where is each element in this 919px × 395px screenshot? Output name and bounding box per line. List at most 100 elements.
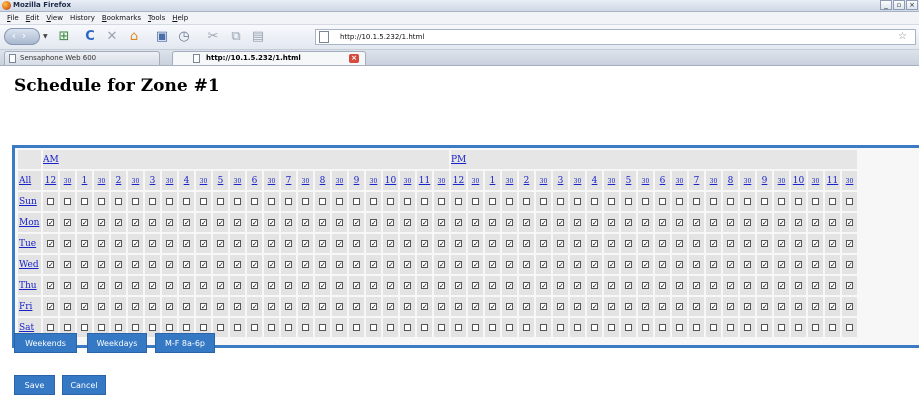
half-hour-link-am-1[interactable]: 30 — [98, 178, 106, 185]
slot-checkbox[interactable]: ✓ — [540, 260, 547, 268]
slot-checkbox[interactable]: ✓ — [438, 302, 445, 310]
slot-checkbox[interactable]: ✓ — [489, 302, 496, 310]
half-hour-link-am-4[interactable]: 30 — [200, 178, 208, 185]
slot-checkbox[interactable]: ✓ — [81, 260, 88, 268]
slot-checkbox[interactable] — [336, 197, 343, 205]
slot-checkbox[interactable] — [829, 197, 836, 205]
slot-checkbox[interactable]: ✓ — [846, 281, 853, 289]
slot-checkbox[interactable] — [438, 197, 445, 205]
slot-checkbox[interactable]: ✓ — [200, 302, 207, 310]
slot-checkbox[interactable]: ✓ — [47, 218, 54, 226]
slot-checkbox[interactable]: ✓ — [829, 239, 836, 247]
slot-checkbox[interactable]: ✓ — [523, 218, 530, 226]
slot-checkbox[interactable] — [557, 197, 564, 205]
slot-checkbox[interactable]: ✓ — [115, 281, 122, 289]
slot-checkbox[interactable]: ✓ — [234, 302, 241, 310]
day-link-sat[interactable]: Sat — [19, 323, 34, 333]
slot-checkbox[interactable] — [608, 197, 615, 205]
slot-checkbox[interactable] — [795, 323, 802, 331]
half-hour-link-am-9[interactable]: 30 — [370, 178, 378, 185]
slot-checkbox[interactable]: ✓ — [421, 260, 428, 268]
hour-link-am-12[interactable]: 12 — [45, 176, 56, 186]
slot-checkbox[interactable]: ✓ — [795, 218, 802, 226]
slot-checkbox[interactable]: ✓ — [319, 239, 326, 247]
menu-item-help[interactable]: Help — [172, 12, 188, 24]
slot-checkbox[interactable]: ✓ — [455, 302, 462, 310]
slot-checkbox[interactable] — [319, 197, 326, 205]
slot-checkbox[interactable] — [234, 197, 241, 205]
hour-link-pm-6[interactable]: 6 — [660, 176, 666, 186]
am-link[interactable]: AM — [43, 155, 59, 165]
slot-checkbox[interactable]: ✓ — [693, 302, 700, 310]
slot-checkbox[interactable]: ✓ — [421, 281, 428, 289]
slot-checkbox[interactable]: ✓ — [591, 302, 598, 310]
slot-checkbox[interactable]: ✓ — [846, 218, 853, 226]
slot-checkbox[interactable]: ✓ — [47, 302, 54, 310]
slot-checkbox[interactable]: ✓ — [676, 260, 683, 268]
slot-checkbox[interactable]: ✓ — [744, 281, 751, 289]
slot-checkbox[interactable] — [115, 197, 122, 205]
history-icon[interactable]: ◷ — [176, 29, 192, 45]
slot-checkbox[interactable]: ✓ — [285, 239, 292, 247]
address-bar[interactable]: http://10.1.5.232/1.html ☆ — [315, 29, 916, 45]
slot-checkbox[interactable]: ✓ — [166, 218, 173, 226]
slot-checkbox[interactable]: ✓ — [132, 281, 139, 289]
slot-checkbox[interactable]: ✓ — [234, 239, 241, 247]
slot-checkbox[interactable]: ✓ — [642, 302, 649, 310]
slot-checkbox[interactable]: ✓ — [200, 281, 207, 289]
slot-checkbox[interactable]: ✓ — [829, 218, 836, 226]
slot-checkbox[interactable]: ✓ — [251, 260, 258, 268]
day-link-tue[interactable]: Tue — [19, 239, 36, 249]
slot-checkbox[interactable]: ✓ — [642, 260, 649, 268]
slot-checkbox[interactable] — [727, 323, 734, 331]
weekdays-button[interactable]: Weekdays — [87, 333, 147, 353]
slot-checkbox[interactable] — [81, 197, 88, 205]
slot-checkbox[interactable]: ✓ — [455, 218, 462, 226]
slot-checkbox[interactable]: ✓ — [336, 239, 343, 247]
slot-checkbox[interactable]: ✓ — [217, 302, 224, 310]
slot-checkbox[interactable] — [183, 197, 190, 205]
slot-checkbox[interactable]: ✓ — [251, 239, 258, 247]
slot-checkbox[interactable]: ✓ — [98, 218, 105, 226]
slot-checkbox[interactable]: ✓ — [795, 239, 802, 247]
slot-checkbox[interactable]: ✓ — [81, 218, 88, 226]
hour-link-am-2[interactable]: 2 — [116, 176, 122, 186]
hour-link-pm-10[interactable]: 10 — [793, 176, 804, 186]
slot-checkbox[interactable]: ✓ — [727, 281, 734, 289]
slot-checkbox[interactable] — [744, 197, 751, 205]
slot-checkbox[interactable]: ✓ — [81, 302, 88, 310]
menu-item-edit[interactable]: Edit — [26, 12, 40, 24]
slot-checkbox[interactable]: ✓ — [540, 218, 547, 226]
slot-checkbox[interactable]: ✓ — [285, 281, 292, 289]
slot-checkbox[interactable]: ✓ — [455, 281, 462, 289]
slot-checkbox[interactable] — [523, 197, 530, 205]
slot-checkbox[interactable]: ✓ — [846, 302, 853, 310]
day-link-thu[interactable]: Thu — [19, 281, 37, 291]
slot-checkbox[interactable] — [540, 323, 547, 331]
slot-checkbox[interactable]: ✓ — [778, 239, 785, 247]
slot-checkbox[interactable] — [421, 323, 428, 331]
slot-checkbox[interactable] — [200, 197, 207, 205]
slot-checkbox[interactable] — [47, 323, 54, 331]
slot-checkbox[interactable]: ✓ — [710, 302, 717, 310]
slot-checkbox[interactable] — [64, 197, 71, 205]
hour-link-am-9[interactable]: 9 — [354, 176, 360, 186]
slot-checkbox[interactable]: ✓ — [421, 302, 428, 310]
menu-item-file[interactable]: File — [7, 12, 19, 24]
history-dropdown-icon[interactable]: ▼ — [43, 33, 48, 40]
slot-checkbox[interactable] — [557, 323, 564, 331]
slot-checkbox[interactable]: ✓ — [608, 239, 615, 247]
slot-checkbox[interactable]: ✓ — [47, 239, 54, 247]
day-link-wed[interactable]: Wed — [19, 260, 39, 270]
slot-checkbox[interactable]: ✓ — [455, 260, 462, 268]
slot-checkbox[interactable]: ✓ — [778, 260, 785, 268]
slot-checkbox[interactable] — [608, 323, 615, 331]
half-hour-link-am-8[interactable]: 30 — [336, 178, 344, 185]
slot-checkbox[interactable]: ✓ — [353, 302, 360, 310]
slot-checkbox[interactable]: ✓ — [319, 218, 326, 226]
slot-checkbox[interactable]: ✓ — [455, 239, 462, 247]
slot-checkbox[interactable]: ✓ — [761, 218, 768, 226]
slot-checkbox[interactable]: ✓ — [625, 218, 632, 226]
slot-checkbox[interactable]: ✓ — [234, 260, 241, 268]
slot-checkbox[interactable]: ✓ — [115, 218, 122, 226]
